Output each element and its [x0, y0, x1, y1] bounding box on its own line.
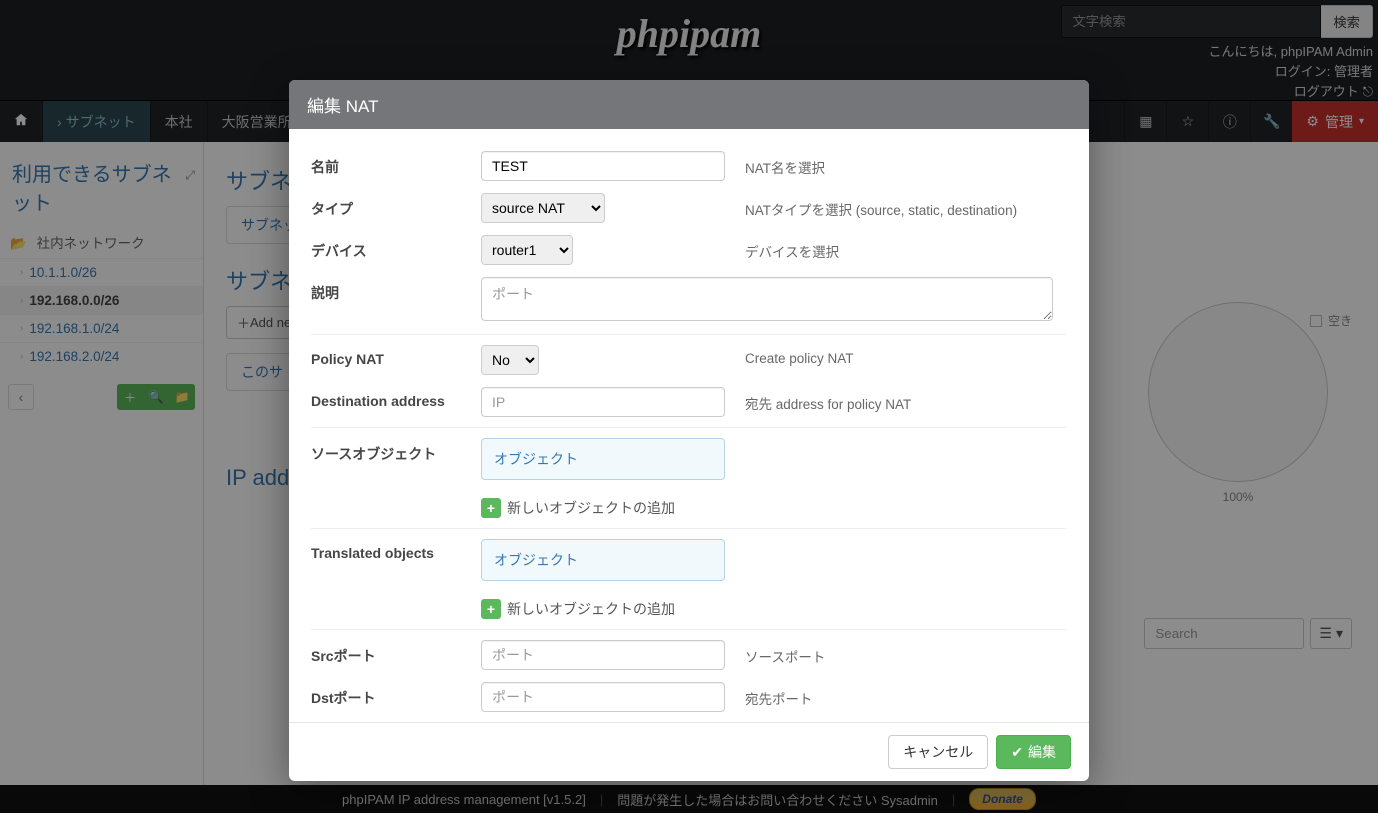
add-trans-object-button[interactable]: +	[481, 599, 501, 619]
policy-help: Create policy NAT	[731, 345, 1067, 366]
name-label: 名前	[311, 151, 481, 177]
name-input[interactable]	[481, 151, 725, 181]
device-help: デバイスを選択	[731, 235, 1067, 261]
edit-nat-modal: 編集 NAT 名前 NAT名を選択 タイプ source NAT NATタイプを…	[289, 80, 1089, 781]
srcport-label: Srcポート	[311, 640, 481, 666]
type-help: NATタイプを選択 (source, static, destination)	[731, 193, 1067, 219]
dstaddr-input[interactable]	[481, 387, 725, 417]
policy-label: Policy NAT	[311, 345, 481, 367]
srcport-help: ソースポート	[731, 640, 1067, 666]
device-label: デバイス	[311, 235, 481, 261]
add-trans-object-label: 新しいオブジェクトの追加	[507, 599, 675, 619]
srcport-input[interactable]	[481, 640, 725, 670]
srcobj-label: ソースオブジェクト	[311, 438, 481, 464]
policy-select[interactable]: No	[481, 345, 539, 375]
dstaddr-label: Destination address	[311, 387, 481, 409]
transobj-label: Translated objects	[311, 539, 481, 561]
dstport-help: 宛先ポート	[731, 682, 1067, 708]
device-select[interactable]: router1	[481, 235, 573, 265]
name-help: NAT名を選択	[731, 151, 1067, 177]
dstaddr-help: 宛先 address for policy NAT	[731, 387, 1067, 413]
type-select[interactable]: source NAT	[481, 193, 605, 223]
src-object-box[interactable]: オブジェクト	[481, 438, 725, 480]
modal-title: 編集 NAT	[289, 80, 1089, 129]
dstport-label: Dstポート	[311, 682, 481, 708]
check-icon: ✔	[1011, 744, 1023, 761]
add-src-object-label: 新しいオブジェクトの追加	[507, 498, 675, 518]
desc-textarea[interactable]	[481, 277, 1053, 321]
submit-button[interactable]: ✔ 編集	[996, 735, 1071, 769]
dstport-input[interactable]	[481, 682, 725, 712]
add-src-object-button[interactable]: +	[481, 498, 501, 518]
trans-object-box[interactable]: オブジェクト	[481, 539, 725, 581]
type-label: タイプ	[311, 193, 481, 219]
cancel-button[interactable]: キャンセル	[888, 735, 988, 769]
desc-label: 説明	[311, 277, 481, 303]
